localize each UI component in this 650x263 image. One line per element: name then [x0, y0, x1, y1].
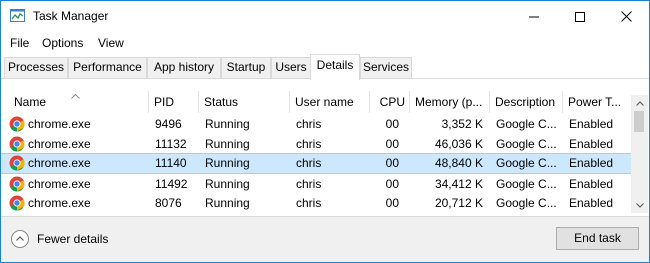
process-user: chris: [296, 137, 322, 151]
process-user: chris: [296, 117, 322, 131]
process-description: Google C...: [496, 196, 557, 210]
process-pid: 9496: [155, 117, 182, 131]
footer-bar: Fewer details End task: [1, 216, 649, 262]
tab-strip: Processes Performance App history Startu…: [1, 54, 649, 80]
process-power-throttling: Enabled: [569, 137, 614, 151]
tab-details[interactable]: Details: [310, 54, 360, 80]
chevron-up-icon: [11, 230, 29, 248]
column-header-cpu[interactable]: CPU: [369, 91, 409, 113]
menu-file[interactable]: File: [10, 36, 29, 50]
column-header-pid[interactable]: PID: [148, 91, 198, 113]
process-status: Running: [205, 137, 250, 151]
process-memory: 48,840 K: [434, 156, 483, 170]
end-task-button[interactable]: End task: [556, 227, 639, 250]
process-power-throttling: Enabled: [569, 156, 614, 170]
menu-view[interactable]: View: [98, 36, 124, 50]
maximize-button[interactable]: [557, 1, 603, 32]
table-row[interactable]: chrome.exe 11492 Running chris 00 34,412…: [1, 174, 631, 194]
process-status: Running: [205, 156, 250, 170]
chrome-icon: [9, 155, 25, 171]
fewer-details-button[interactable]: Fewer details: [11, 229, 108, 249]
tab-startup[interactable]: Startup: [221, 57, 271, 78]
process-pid: 11492: [155, 177, 188, 191]
column-header-description[interactable]: Description: [489, 91, 562, 113]
process-power-throttling: Enabled: [569, 117, 614, 131]
process-user: chris: [296, 156, 322, 170]
minimize-button[interactable]: [511, 1, 557, 32]
table-row-selected[interactable]: chrome.exe 11140 Running chris 00 48,840…: [1, 153, 631, 174]
vertical-scrollbar[interactable]: [631, 95, 648, 213]
tab-services[interactable]: Services: [360, 57, 412, 78]
process-power-throttling: Enabled: [569, 196, 614, 210]
process-user: chris: [296, 196, 322, 210]
title-bar[interactable]: Task Manager: [1, 1, 649, 32]
process-name: chrome.exe: [28, 156, 91, 170]
process-pid: 8076: [155, 196, 182, 210]
chrome-icon: [9, 136, 25, 152]
table-header: Name PID Status User name CPU Memory (p.…: [1, 91, 631, 113]
minimize-icon: [529, 16, 539, 17]
table-row[interactable]: chrome.exe 9496 Running chris 00 3,352 K…: [1, 114, 631, 134]
tab-performance[interactable]: Performance: [68, 57, 147, 78]
tab-app-history[interactable]: App history: [147, 57, 221, 78]
process-name: chrome.exe: [28, 196, 91, 210]
process-description: Google C...: [496, 137, 557, 151]
column-header-name[interactable]: Name: [8, 91, 148, 113]
scroll-down-icon: [635, 202, 644, 208]
process-memory: 3,352 K: [441, 117, 483, 131]
process-cpu: 00: [385, 117, 399, 131]
menu-options[interactable]: Options: [42, 36, 83, 50]
scroll-up-button[interactable]: [631, 95, 648, 111]
column-header-power-throttling[interactable]: Power T...: [562, 91, 631, 113]
maximize-icon: [575, 11, 585, 22]
process-cpu: 00: [385, 137, 399, 151]
process-name: chrome.exe: [28, 137, 91, 151]
process-cpu: 00: [385, 196, 399, 210]
tab-processes[interactable]: Processes: [4, 57, 68, 78]
scroll-up-icon: [635, 100, 644, 106]
task-manager-icon: [10, 9, 25, 22]
table-row[interactable]: chrome.exe 8076 Running chris 00 20,712 …: [1, 193, 631, 213]
process-status: Running: [205, 117, 250, 131]
details-panel: Name PID Status User name CPU Memory (p.…: [1, 79, 649, 216]
process-status: Running: [205, 177, 250, 191]
process-description: Google C...: [496, 156, 557, 170]
process-cpu: 00: [385, 177, 399, 191]
process-name: chrome.exe: [28, 177, 91, 191]
chrome-icon: [9, 195, 25, 211]
process-description: Google C...: [496, 117, 557, 131]
chrome-icon: [9, 116, 25, 132]
task-manager-window: Task Manager File Options View Processes…: [0, 0, 650, 263]
process-pid: 11140: [155, 156, 187, 170]
process-memory: 34,412 K: [434, 177, 483, 191]
scroll-down-button[interactable]: [631, 197, 648, 213]
process-memory: 46,036 K: [434, 137, 483, 151]
scroll-thumb[interactable]: [634, 111, 644, 132]
window-title: Task Manager: [33, 9, 109, 23]
column-header-status[interactable]: Status: [198, 91, 289, 113]
process-power-throttling: Enabled: [569, 177, 614, 191]
close-icon: [620, 11, 632, 22]
process-status: Running: [205, 196, 250, 210]
close-button[interactable]: [603, 1, 649, 32]
process-memory: 20,712 K: [434, 196, 483, 210]
process-pid: 11132: [155, 137, 187, 151]
chrome-icon: [9, 176, 25, 192]
fewer-details-label[interactable]: Fewer details: [37, 232, 108, 246]
tab-users[interactable]: Users: [271, 57, 311, 78]
menu-bar: File Options View: [1, 32, 649, 54]
process-description: Google C...: [496, 177, 557, 191]
column-header-memory[interactable]: Memory (p...: [409, 91, 489, 113]
process-user: chris: [296, 177, 322, 191]
process-name: chrome.exe: [28, 117, 91, 131]
process-cpu: 00: [385, 156, 399, 170]
table-row[interactable]: chrome.exe 11132 Running chris 00 46,036…: [1, 134, 631, 154]
column-header-user-name[interactable]: User name: [289, 91, 369, 113]
